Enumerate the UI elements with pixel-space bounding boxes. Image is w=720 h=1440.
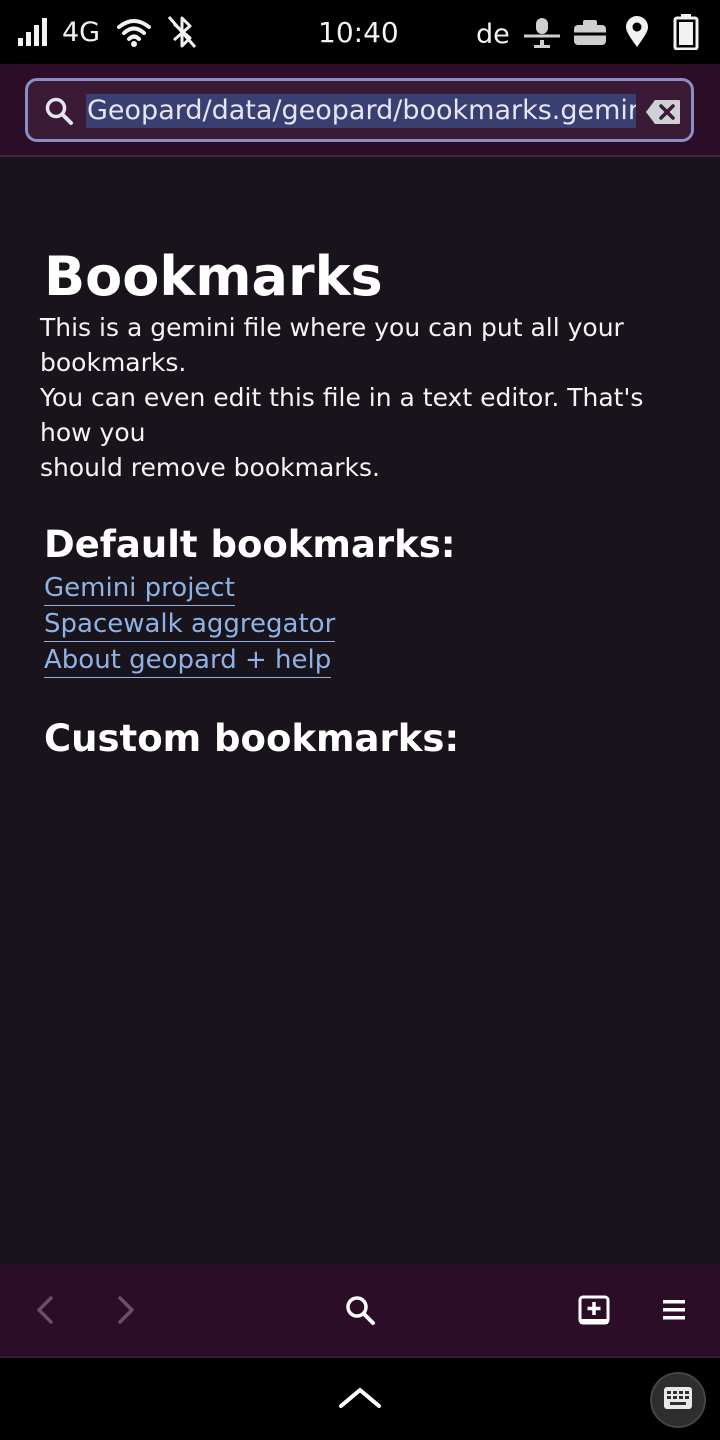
camera-muted-icon (572, 18, 608, 52)
add-bookmark-button[interactable] (568, 1265, 620, 1358)
paragraph-line: This is a gemini file where you can put … (40, 313, 624, 342)
clock: 10:40 (318, 16, 399, 49)
chevron-up-icon[interactable] (338, 1386, 382, 1414)
signal-icon (18, 18, 48, 50)
paragraph-line: should remove bookmarks. (40, 453, 380, 482)
search-icon (344, 1294, 376, 1330)
url-bar[interactable]: Geopard/data/geopard/bookmarks.gemini (25, 78, 694, 142)
url-text[interactable]: Geopard/data/geopard/bookmarks.gemini (86, 94, 636, 128)
backspace-clear-icon[interactable] (645, 99, 681, 129)
bottom-toolbar (0, 1265, 720, 1358)
default-bookmarks-heading: Default bookmarks: (44, 523, 456, 566)
menu-button[interactable] (650, 1265, 698, 1358)
url-input[interactable]: Geopard/data/geopard/bookmarks.gemini (86, 94, 636, 130)
keyboard-icon (663, 1386, 693, 1414)
back-arrow-icon (35, 1295, 55, 1329)
battery-icon (673, 14, 699, 54)
add-bookmark-icon (578, 1294, 610, 1330)
page-content: Bookmarks This is a gemini file where yo… (0, 157, 720, 1265)
location-icon (625, 16, 649, 52)
network-type: 4G (62, 17, 101, 48)
search-button[interactable] (334, 1265, 386, 1358)
link-about-geopard-help[interactable]: About geopard + help (44, 643, 332, 678)
search-icon (44, 96, 74, 130)
intro-paragraph: This is a gemini file where you can put … (40, 310, 700, 485)
keyboard-layout: de (476, 19, 510, 50)
custom-bookmarks-heading: Custom bookmarks: (44, 717, 460, 760)
forward-button[interactable] (103, 1265, 149, 1358)
wifi-icon (117, 16, 151, 52)
header-bar: Geopard/data/geopard/bookmarks.gemini (0, 64, 720, 157)
link-spacewalk-aggregator[interactable]: Spacewalk aggregator (44, 607, 336, 642)
microphone-muted-icon (524, 16, 560, 54)
forward-arrow-icon (116, 1295, 136, 1329)
status-bar: 4G 10:40 de (0, 0, 720, 64)
back-button[interactable] (22, 1265, 68, 1358)
paragraph-line: how you (40, 418, 146, 447)
hamburger-menu-icon (663, 1298, 685, 1326)
keyboard-toggle-button[interactable] (650, 1372, 706, 1428)
page-title: Bookmarks (44, 245, 383, 308)
paragraph-line: You can even edit this file in a text ed… (40, 383, 644, 412)
paragraph-line: bookmarks. (40, 348, 187, 377)
bluetooth-off-icon (166, 14, 198, 54)
navigation-bar (0, 1358, 720, 1440)
link-gemini-project[interactable]: Gemini project (44, 571, 235, 606)
